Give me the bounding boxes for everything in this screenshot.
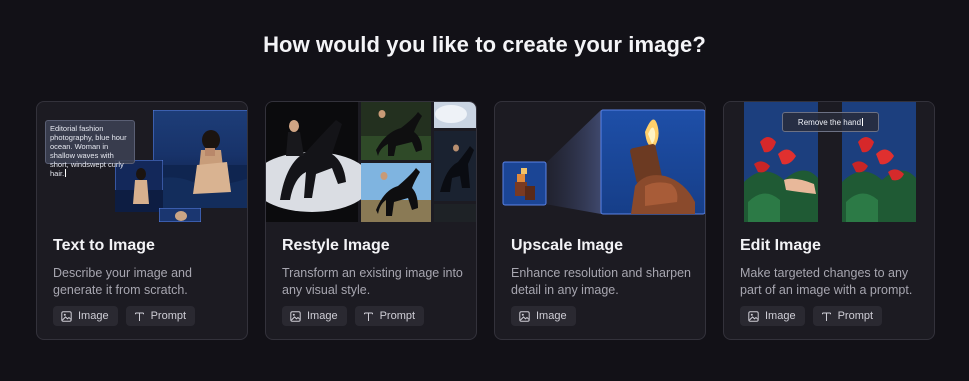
ocean-woman-photo: [153, 110, 247, 208]
woman-small-photo: [159, 208, 201, 222]
card-title: Text to Image: [53, 237, 155, 254]
text-to-image-preview: Editorial fashion photography, blue hour…: [37, 102, 247, 222]
prompt-chip: Prompt: [125, 306, 196, 326]
card-title: Upscale Image: [511, 237, 624, 254]
image-icon: [748, 310, 759, 322]
chip-label: Prompt: [837, 310, 874, 322]
image-icon: [290, 310, 301, 322]
chip-label: Prompt: [150, 310, 187, 322]
prompt-chip: Prompt: [812, 306, 883, 326]
prompt-overlay: Editorial fashion photography, blue hour…: [45, 120, 135, 178]
image-chip: Image: [53, 306, 118, 326]
chip-label: Image: [78, 310, 109, 322]
card-title: Edit Image: [740, 237, 821, 254]
image-icon: [519, 310, 530, 322]
text-icon: [134, 311, 145, 322]
card-description: Enhance resolution and sharpen detail in…: [511, 266, 691, 297]
card-chips: Image Prompt: [282, 306, 425, 326]
upscale-image-card[interactable]: Upscale Image Enhance resolution and sha…: [494, 101, 706, 340]
chip-label: Image: [307, 310, 338, 322]
page-title: How would you like to create your image?: [263, 32, 706, 57]
horse-rider-collage: [266, 102, 476, 222]
lighter-upscale-illustration: [502, 109, 705, 215]
card-chips: Image: [511, 306, 576, 326]
text-caret: [65, 169, 67, 177]
text-caret: [862, 118, 864, 126]
image-chip: Image: [511, 306, 576, 326]
image-icon: [61, 310, 72, 322]
card-description: Make targeted changes to any part of an …: [740, 266, 913, 297]
upscale-image-preview: [495, 102, 705, 222]
chip-label: Prompt: [379, 310, 416, 322]
text-icon: [821, 311, 832, 322]
text-to-image-card[interactable]: Editorial fashion photography, blue hour…: [36, 101, 248, 340]
card-chips: Image Prompt: [740, 306, 883, 326]
card-chips: Image Prompt: [53, 306, 196, 326]
edit-prompt-text: Remove the hand: [797, 117, 862, 127]
edit-prompt-overlay: Remove the hand: [782, 112, 879, 132]
image-chip: Image: [740, 306, 805, 326]
chip-label: Image: [536, 310, 567, 322]
edit-image-card[interactable]: Remove the hand Edit Image Make targeted…: [723, 101, 935, 340]
restyle-image-preview: [266, 102, 476, 222]
prompt-chip: Prompt: [354, 306, 425, 326]
text-icon: [363, 311, 374, 322]
edit-image-preview: Remove the hand: [724, 102, 934, 222]
image-chip: Image: [282, 306, 347, 326]
card-description: Describe your image and generate it from…: [53, 266, 192, 297]
card-description: Transform an existing image into any vis…: [282, 266, 463, 297]
chip-label: Image: [765, 310, 796, 322]
restyle-image-card[interactable]: Restyle Image Transform an existing imag…: [265, 101, 477, 340]
card-title: Restyle Image: [282, 237, 390, 254]
